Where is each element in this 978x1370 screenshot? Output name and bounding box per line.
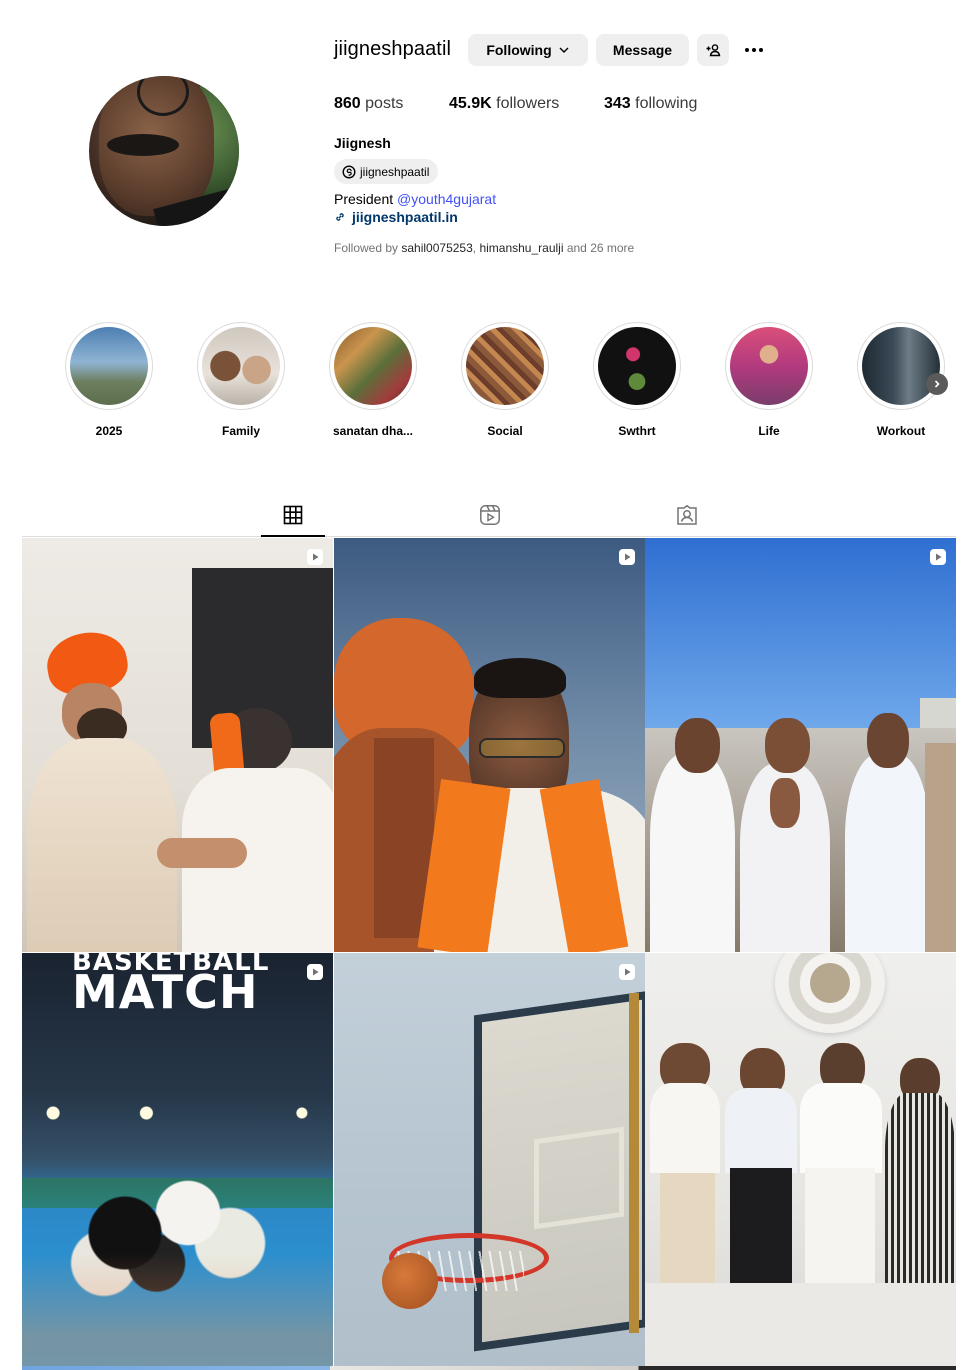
posts-stat: 860 posts (334, 95, 403, 113)
highlight-item[interactable]: 2025 (64, 322, 154, 438)
profile-bio: President @youth4gujarat (334, 191, 496, 207)
website-link[interactable]: jiigneshpaatil.in (352, 209, 458, 225)
highlight-cover (862, 327, 940, 405)
following-stat[interactable]: 343 following (604, 95, 697, 113)
more-options-icon[interactable] (740, 38, 768, 62)
following-label: Following (486, 42, 552, 58)
highlight-label: 2025 (95, 424, 123, 438)
highlight-label: Social (487, 424, 523, 438)
followed-by-user-2[interactable]: himanshu_raulji (479, 241, 563, 255)
reel-icon (307, 964, 323, 980)
highlight-item[interactable]: Family (196, 322, 286, 438)
following-button[interactable]: Following (468, 34, 588, 66)
profile-username: jiigneshpaatil (334, 38, 452, 60)
highlight-cover (598, 327, 676, 405)
reel-icon (930, 549, 946, 565)
threads-icon (342, 164, 356, 179)
tab-reels[interactable] (470, 500, 510, 530)
post-tile[interactable]: BASKETBALL MATCH (22, 953, 333, 1367)
followed-by-suffix: and 26 more (563, 241, 635, 255)
highlight-item[interactable]: sanatan dha... (328, 322, 418, 438)
following-label: following (635, 95, 698, 112)
post-tile[interactable] (22, 538, 333, 952)
threads-handle: jiigneshpaatil (360, 164, 430, 179)
post-tile[interactable] (645, 538, 956, 952)
person-add-icon (706, 44, 721, 57)
next-row-preview (22, 1366, 956, 1370)
highlight-label: Family (221, 424, 260, 438)
following-count: 343 (604, 95, 631, 112)
profile-full-name: Jiignesh (334, 135, 391, 151)
tab-tagged[interactable] (667, 500, 707, 530)
post-tile[interactable] (334, 538, 645, 952)
post-tile[interactable] (645, 953, 956, 1367)
threads-badge[interactable]: jiigneshpaatil (334, 159, 439, 184)
highlight-cover (70, 327, 148, 405)
tagged-icon (677, 504, 697, 525)
suggested-users-button[interactable] (697, 34, 729, 66)
reels-icon (480, 505, 500, 525)
link-icon (336, 213, 344, 221)
highlight-item[interactable]: Social (460, 322, 550, 438)
post-overlay-title: MATCH (72, 965, 259, 1019)
active-tab-indicator (261, 535, 325, 537)
followers-count: 45.9K (449, 95, 492, 112)
highlight-cover (334, 327, 412, 405)
highlight-cover (202, 327, 280, 405)
bio-mention-link[interactable]: @youth4gujarat (397, 191, 496, 207)
posts-label: posts (365, 95, 404, 112)
bio-text: President (334, 191, 398, 207)
tabs-divider (22, 536, 956, 537)
chevron-right-icon[interactable] (926, 373, 948, 395)
highlight-label: Swthrt (618, 424, 656, 438)
post-tile[interactable] (334, 953, 645, 1367)
followed-by-text[interactable]: Followed by sahil0075253, himanshu_raulj… (334, 241, 634, 255)
profile-website[interactable]: jiigneshpaatil.in (334, 209, 458, 225)
tab-posts[interactable] (273, 500, 313, 530)
posts-count: 860 (334, 95, 361, 112)
followers-label: followers (496, 95, 560, 112)
highlight-cover (730, 327, 808, 405)
followers-stat[interactable]: 45.9K followers (449, 95, 559, 113)
reel-icon (619, 549, 635, 565)
profile-avatar[interactable] (89, 76, 239, 226)
reel-icon (307, 549, 323, 565)
followed-by-user-1[interactable]: sahil0075253 (401, 241, 472, 255)
highlight-label: sanatan dha... (332, 424, 414, 438)
grid-icon (283, 505, 303, 525)
highlight-item[interactable]: Life (724, 322, 814, 438)
chevron-down-icon (559, 47, 569, 53)
message-label: Message (612, 42, 673, 58)
followed-by-prefix: Followed by (334, 241, 402, 255)
highlight-cover (466, 327, 544, 405)
highlight-item[interactable]: Swthrt (592, 322, 682, 438)
reel-icon (619, 964, 635, 980)
highlight-label: Workout (876, 424, 926, 438)
message-button[interactable]: Message (596, 34, 689, 66)
highlight-label: Life (758, 424, 780, 438)
